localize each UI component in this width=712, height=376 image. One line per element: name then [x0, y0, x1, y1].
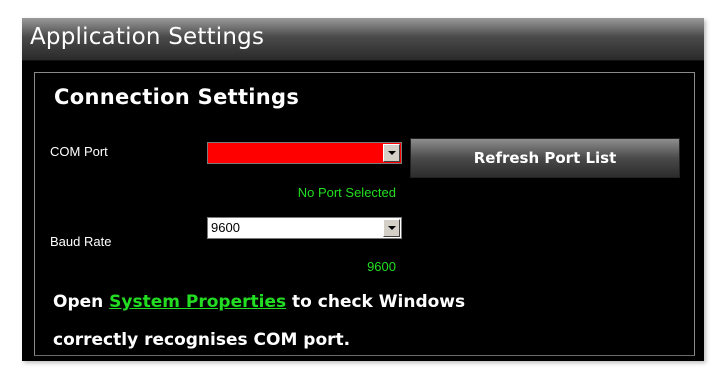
group-title: Connection Settings [54, 85, 300, 109]
window-title: Application Settings [30, 24, 265, 50]
baud-rate-dropdown-arrow-icon[interactable] [383, 219, 400, 237]
com-port-select[interactable] [207, 142, 402, 164]
com-port-status: No Port Selected [297, 185, 396, 200]
baud-rate-value: 9600 [211, 220, 240, 235]
info-suffix: to check Windows [286, 292, 466, 312]
system-properties-link[interactable]: System Properties [109, 292, 286, 312]
info-prefix: Open [53, 292, 110, 312]
info-line-2: correctly recognises COM port. [53, 330, 351, 350]
baud-rate-label: Baud Rate [50, 234, 112, 249]
baud-rate-status: 9600 [367, 259, 396, 274]
settings-window: Application Settings Connection Settings… [22, 18, 704, 361]
info-line-1: Open System Properties to check Windows [53, 292, 465, 312]
refresh-port-list-button[interactable]: Refresh Port List [410, 138, 680, 178]
com-port-label: COM Port [50, 144, 108, 159]
baud-rate-select[interactable]: 9600 [207, 217, 402, 239]
connection-settings-group: Connection Settings [34, 72, 695, 356]
com-port-dropdown-arrow-icon[interactable] [383, 144, 400, 162]
title-bar: Application Settings [22, 18, 704, 61]
